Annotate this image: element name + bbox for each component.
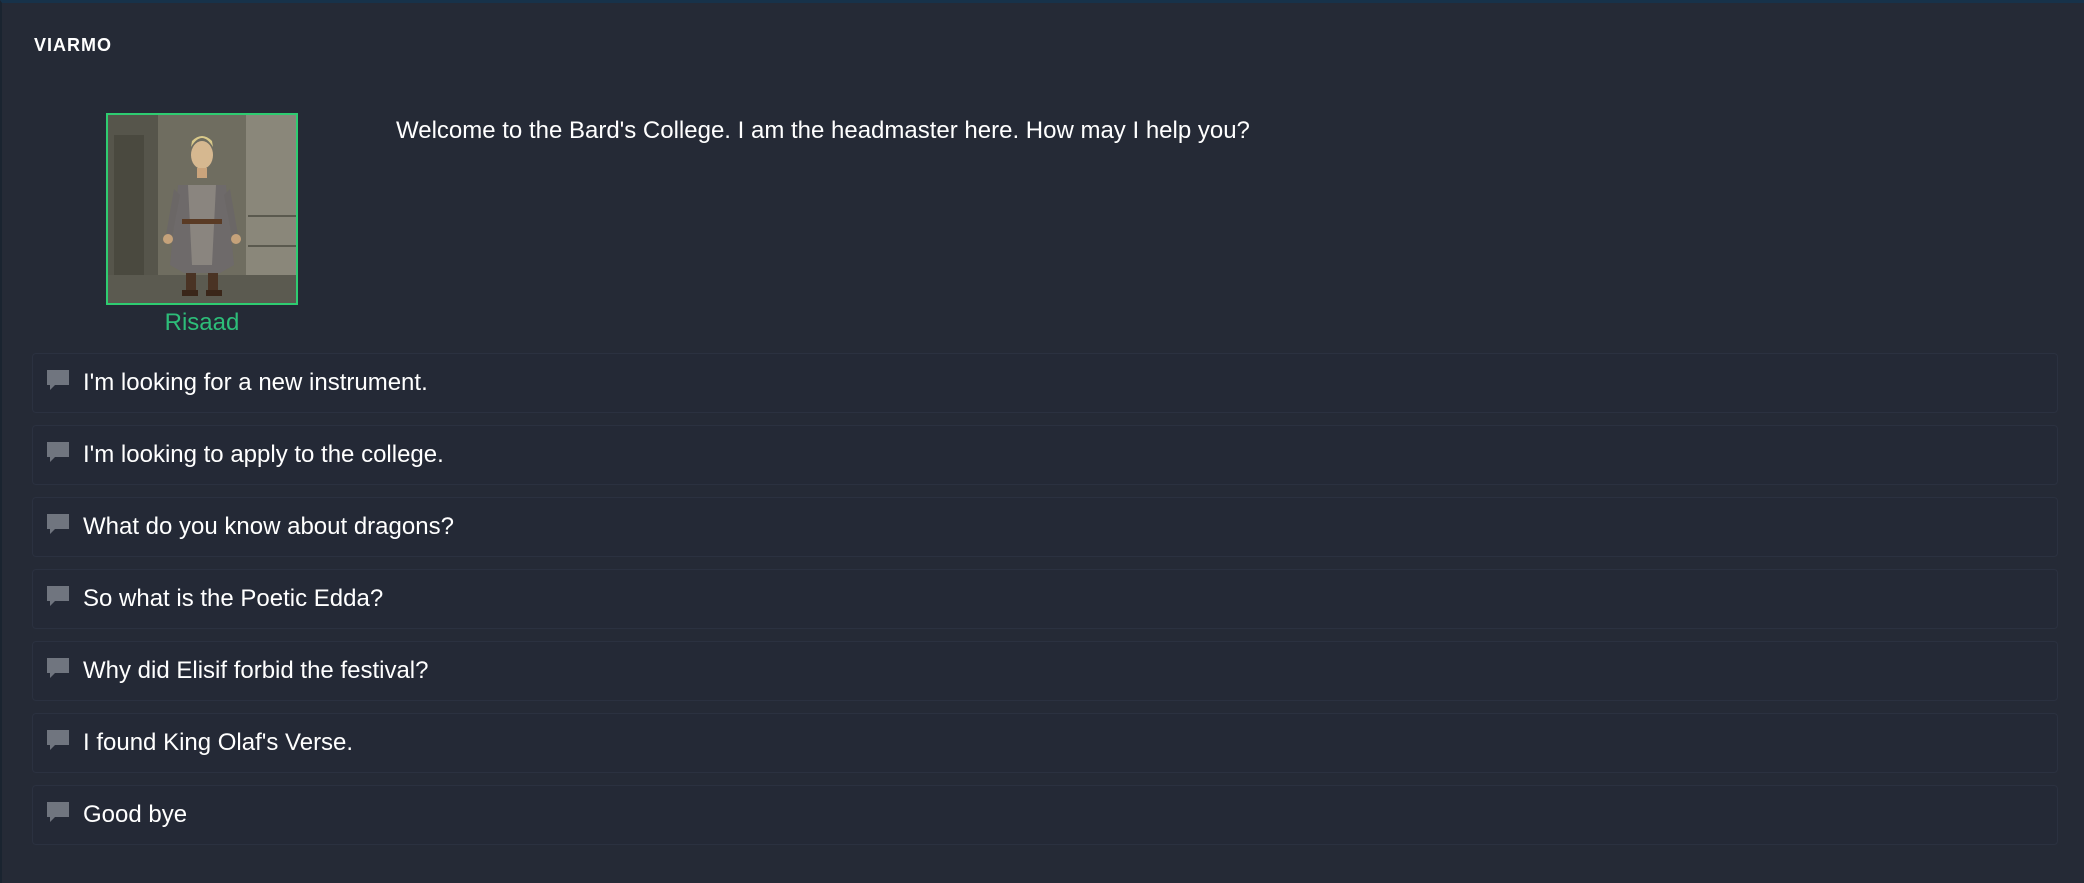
speech-bubble-icon [47, 370, 69, 390]
dialogue-option-goodbye[interactable]: Good bye [32, 785, 2058, 845]
dialogue-option-apply-college[interactable]: I'm looking to apply to the college. [32, 425, 2058, 485]
dialogue-option-label: What do you know about dragons? [83, 513, 454, 540]
speech-bubble-icon [47, 514, 69, 534]
speech-bubble-icon [47, 730, 69, 750]
speech-bubble-icon [47, 442, 69, 462]
speech-bubble-icon [47, 658, 69, 678]
dialogue-option-festival[interactable]: Why did Elisif forbid the festival? [32, 641, 2058, 701]
dialogue-option-dragons[interactable]: What do you know about dragons? [32, 497, 2058, 557]
speech-bubble-icon [47, 802, 69, 822]
dialogue-window: VIARMO Risaad Welcome to the Bard's Coll… [0, 0, 2084, 883]
npc-dialogue-text: Welcome to the Bard's College. I am the … [396, 117, 1250, 144]
dialogue-option-label: Why did Elisif forbid the festival? [83, 657, 429, 684]
dialogue-option-new-instrument[interactable]: I'm looking for a new instrument. [32, 353, 2058, 413]
dialogue-option-label: Good bye [83, 801, 188, 828]
npc-portrait-icon [108, 115, 296, 303]
dialogue-option-label: I'm looking for a new instrument. [83, 369, 428, 396]
dialogue-option-label: I'm looking to apply to the college. [83, 441, 444, 468]
dialogue-option-label: I found King Olaf's Verse. [83, 729, 354, 756]
speaker-panel: Risaad [106, 113, 298, 337]
dialogue-options-list: I'm looking for a new instrument. I'm lo… [32, 353, 2058, 857]
speech-bubble-icon [47, 586, 69, 606]
speaker-name: Risaad [164, 309, 240, 336]
dialogue-option-label: So what is the Poetic Edda? [83, 585, 384, 612]
speaker-portrait [106, 113, 298, 305]
dialogue-option-poetic-edda[interactable]: So what is the Poetic Edda? [32, 569, 2058, 629]
npc-title: VIARMO [34, 35, 112, 55]
dialogue-option-olafs-verse[interactable]: I found King Olaf's Verse. [32, 713, 2058, 773]
